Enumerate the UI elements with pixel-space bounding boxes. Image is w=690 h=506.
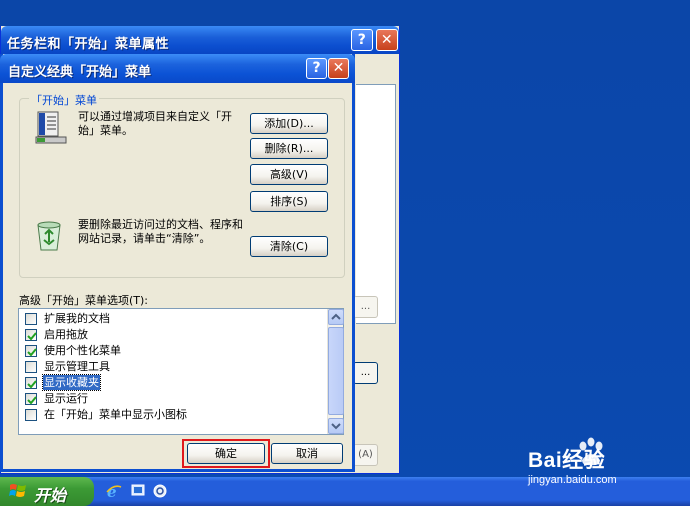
help-button[interactable]: ? <box>306 58 327 79</box>
ie-glyph: e <box>106 483 122 501</box>
watermark-url: jingyan.baidu.com <box>528 474 617 486</box>
option-checkbox[interactable] <box>25 393 37 405</box>
option-row[interactable]: 扩展我的文档 <box>25 311 325 327</box>
clear-description: 要删除最近访问过的文档、程序和网站记录，请单击“清除”。 <box>78 218 243 245</box>
option-row[interactable]: 显示管理工具 <box>25 359 325 375</box>
chevron-down-icon <box>331 423 341 430</box>
close-button[interactable]: ✕ <box>328 58 349 79</box>
option-label: 显示管理工具 <box>44 360 110 373</box>
advanced-button[interactable]: 高级(V) <box>250 164 328 185</box>
dialog-title: 自定义经典「开始」菜单 <box>8 65 152 80</box>
option-row[interactable]: 启用拖放 <box>25 327 325 343</box>
option-label: 显示运行 <box>44 392 88 405</box>
check-icon <box>27 380 37 389</box>
option-label: 显示收藏夹 <box>42 374 101 391</box>
option-checkbox[interactable] <box>25 313 37 325</box>
desktop-icon[interactable] <box>130 483 146 499</box>
clear-button[interactable]: 清除(C) <box>250 236 328 257</box>
start-label: 开始 <box>34 486 67 505</box>
option-label: 扩展我的文档 <box>44 312 110 325</box>
option-checkbox[interactable] <box>25 377 37 389</box>
scroll-up-button[interactable] <box>328 309 344 325</box>
option-row[interactable]: 显示运行 <box>25 391 325 407</box>
baidu-jingyan-watermark: Bai经验 jingyan.baidu.com <box>528 436 688 496</box>
option-label: 使用个性化菜单 <box>44 344 121 357</box>
bg-apply-button[interactable]: (A) <box>353 444 378 466</box>
bg-help-button[interactable]: ? <box>351 29 373 51</box>
media-player-glyph <box>153 484 167 498</box>
option-row[interactable]: 在「开始」菜单中显示小图标 <box>25 407 325 423</box>
scroll-thumb[interactable] <box>328 327 344 415</box>
watermark-brand: Bai经验 <box>528 449 606 472</box>
check-icon <box>27 332 37 341</box>
customize-description: 可以通过增减项目来自定义「开始」菜单。 <box>78 110 232 137</box>
ie-icon[interactable]: e <box>106 483 122 501</box>
option-row-selected[interactable]: 显示收藏夹 <box>25 374 325 391</box>
windows-logo-icon <box>9 484 26 497</box>
option-checkbox[interactable] <box>25 329 37 341</box>
recycle-bin-icon <box>37 221 61 251</box>
advanced-options-list[interactable]: 扩展我的文档 启用拖放 使用个性化菜单 显示管理工具 显示收藏夹 显示运行 在「… <box>18 308 344 435</box>
remove-button[interactable]: 删除(R)... <box>250 138 328 159</box>
bg-partial-button-2[interactable]: ... <box>353 362 378 384</box>
check-icon <box>27 396 37 405</box>
option-checkbox[interactable] <box>25 409 37 421</box>
scroll-down-button[interactable] <box>328 418 344 434</box>
bg-content-panel <box>356 84 396 324</box>
option-label: 在「开始」菜单中显示小图标 <box>44 408 187 421</box>
option-checkbox[interactable] <box>25 345 37 357</box>
media-icon[interactable] <box>152 483 168 499</box>
list-scrollbar[interactable] <box>327 309 344 434</box>
chevron-up-icon <box>331 313 341 320</box>
add-button[interactable]: 添加(D)... <box>250 113 328 134</box>
check-icon <box>27 348 37 357</box>
ok-button[interactable]: 确定 <box>187 443 265 464</box>
option-label: 启用拖放 <box>44 328 88 341</box>
option-checkbox[interactable] <box>25 361 37 373</box>
customize-classic-start-menu-dialog: 自定义经典「开始」菜单 ? ✕ 「开始」菜单 可以通过增减项目来自定义「开始」菜… <box>0 54 355 472</box>
dialog-titlebar[interactable]: 自定义经典「开始」菜单 ? ✕ <box>0 54 355 83</box>
advanced-options-label: 高级「开始」菜单选项(T): <box>19 294 149 307</box>
show-desktop-glyph <box>131 484 145 496</box>
cancel-button[interactable]: 取消 <box>271 443 343 464</box>
option-row[interactable]: 使用个性化菜单 <box>25 343 325 359</box>
sort-button[interactable]: 排序(S) <box>250 191 328 212</box>
taskbar-properties-title: 任务栏和「开始」菜单属性 <box>7 37 170 52</box>
start-menu-icon <box>35 111 67 144</box>
group-label: 「开始」菜单 <box>29 92 99 108</box>
bg-close-button[interactable]: ✕ <box>376 29 398 51</box>
bg-partial-button-1[interactable]: ... <box>353 296 378 318</box>
taskbar-properties-titlebar[interactable]: 任务栏和「开始」菜单属性 ? ✕ <box>1 26 399 54</box>
